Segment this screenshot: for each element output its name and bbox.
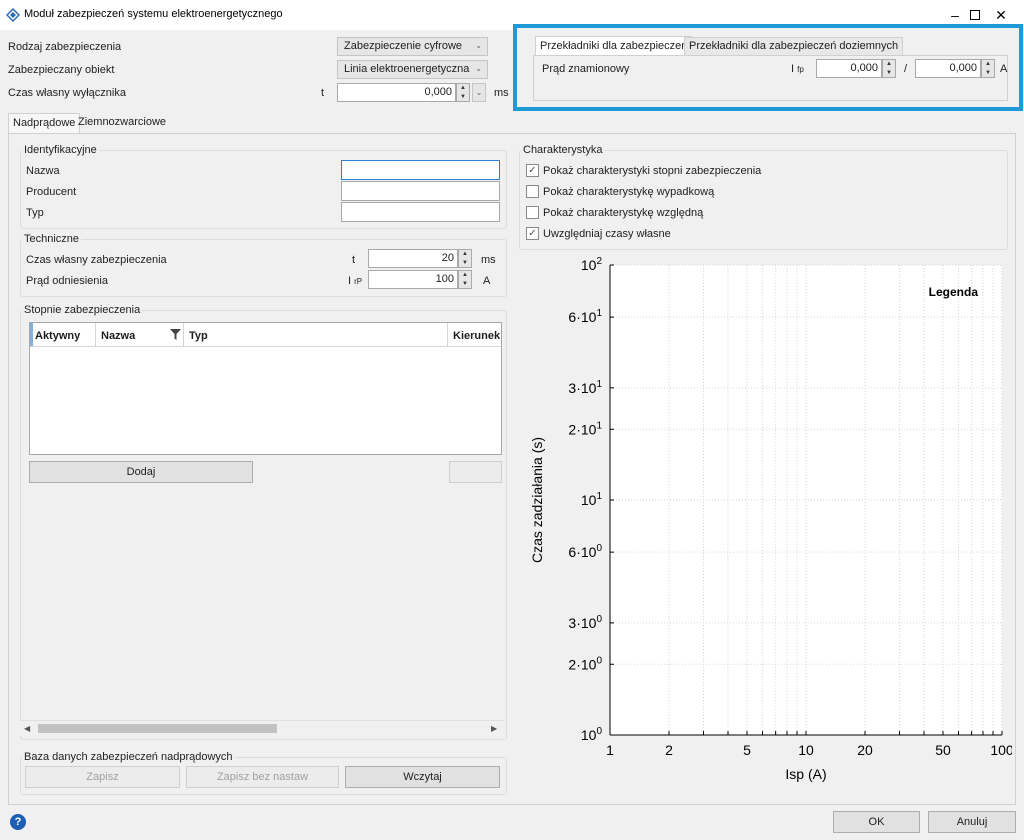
window-title: Moduł zabezpieczeń systemu elektroenerge…	[24, 8, 283, 20]
y-tick-label: 100	[581, 726, 603, 743]
x-tick-label: 100	[990, 742, 1012, 758]
ok-button[interactable]: OK	[833, 811, 920, 833]
identification-title: Identyfikacyjne	[22, 144, 99, 156]
y-tick-label: 3·101	[568, 379, 602, 396]
cancel-button[interactable]: Anuluj	[928, 811, 1016, 833]
ct-tab-content: Prąd znamionowy I fp 0,000 ▲ ▼ / 0,000 ▲ ▼…	[533, 55, 1008, 101]
y-tick-label: 6·101	[568, 308, 602, 325]
row-indicator	[30, 323, 33, 346]
protected-object-value: Linia elektroenergetyczna	[344, 63, 470, 75]
x-tick-label: 10	[798, 742, 814, 758]
column-header-name[interactable]: Nazwa	[101, 330, 135, 342]
scrollbar-thumb[interactable]	[38, 724, 277, 733]
ref-current-label: Prąd odniesienia	[26, 275, 108, 287]
ratio-separator: /	[904, 63, 908, 75]
tab-earth-fault[interactable]: Ziemnozwarciowe	[74, 113, 170, 133]
own-time-label: Czas własny zabezpieczenia	[26, 254, 167, 266]
own-time-input[interactable]: 20	[368, 249, 458, 268]
characteristic-chart[interactable]: 1002·1003·1006·1001012·1013·1016·1011021…	[520, 255, 1012, 790]
primary-current-spinner[interactable]: ▲ ▼	[882, 59, 896, 78]
breaker-time-spinner[interactable]: ▲ ▼	[456, 83, 470, 102]
primary-current-input[interactable]: 0,000	[816, 59, 882, 78]
protection-type-select[interactable]: Zabezpieczenie cyfrowe ⌄	[337, 37, 488, 56]
filter-icon[interactable]	[170, 329, 181, 340]
save-button[interactable]: Zapisz	[25, 766, 180, 788]
table-header: Aktywny Nazwa Typ Kierunek	[30, 323, 501, 347]
column-header-active[interactable]: Aktywny	[35, 330, 80, 342]
checkbox[interactable]	[526, 185, 539, 198]
protected-object-label: Zabezpieczany obiekt	[8, 64, 115, 76]
x-tick-label: 20	[857, 742, 873, 758]
checkbox-label: Uwzględniaj czasy własne	[543, 228, 671, 240]
tab-overcurrent[interactable]: Nadprądowe	[8, 113, 81, 133]
type-label: Typ	[26, 207, 44, 219]
app-icon	[6, 8, 20, 22]
manufacturer-label: Producent	[26, 186, 77, 198]
checkbox[interactable]: ✓	[526, 164, 539, 177]
x-tick-label: 50	[935, 742, 951, 758]
breaker-time-unit: ms	[494, 87, 509, 99]
y-tick-label: 2·101	[568, 420, 602, 437]
type-input[interactable]	[341, 202, 500, 222]
protection-type-value: Zabezpieczenie cyfrowe	[344, 40, 463, 52]
add-stage-button[interactable]: Dodaj	[29, 461, 253, 483]
breaker-time-label: Czas własny wyłącznika	[8, 87, 126, 99]
x-tick-label: 1	[606, 742, 614, 758]
name-label: Nazwa	[26, 165, 60, 177]
x-tick-label: 5	[743, 742, 751, 758]
y-tick-label: 3·100	[568, 614, 602, 631]
y-tick-label: 6·100	[568, 543, 602, 560]
breaker-time-symbol: t	[321, 87, 325, 99]
technical-title: Techniczne	[22, 233, 82, 245]
characteristic-title: Charakterystyka	[521, 144, 605, 156]
protected-object-select[interactable]: Linia elektroenergetyczna ⌄	[337, 60, 488, 79]
ref-current-spinner[interactable]: ▲ ▼	[458, 270, 472, 289]
protection-type-label: Rodzaj zabezpieczenia	[8, 41, 122, 53]
remove-stage-button[interactable]	[449, 461, 502, 483]
chevron-down-icon: ⌄	[475, 64, 482, 73]
scroll-left-icon[interactable]: ◀	[24, 724, 30, 733]
ref-current-input[interactable]: 100	[368, 270, 458, 289]
chevron-down-icon: ⌄	[475, 41, 482, 50]
secondary-current-input[interactable]: 0,000	[915, 59, 981, 78]
rated-current-symbol: I fp	[791, 63, 804, 75]
horizontal-scrollbar[interactable]: ◀ ▶	[20, 720, 503, 736]
checkbox[interactable]: ✓	[526, 227, 539, 240]
breaker-time-input[interactable]: 0,000	[337, 83, 456, 102]
y-tick-label: 2·100	[568, 655, 602, 672]
manufacturer-input[interactable]	[341, 181, 500, 201]
y-axis-label: Czas zadziałania (s)	[529, 437, 545, 563]
column-header-type[interactable]: Typ	[189, 330, 208, 342]
current-unit: A	[1000, 63, 1008, 75]
checkbox-label: Pokaż charakterystykę względną	[543, 207, 704, 219]
own-time-spinner[interactable]: ▲ ▼	[458, 249, 472, 268]
y-tick-label: 101	[581, 491, 603, 508]
stages-table: Aktywny Nazwa Typ Kierunek	[29, 322, 502, 455]
name-input[interactable]	[341, 160, 500, 180]
tab-ct-earth[interactable]: Przekładniki dla zabezpieczeń doziemnych	[684, 37, 904, 56]
y-tick-label: 102	[581, 256, 603, 273]
ref-current-symbol: I rP	[348, 275, 363, 287]
checkbox[interactable]	[526, 206, 539, 219]
stages-title: Stopnie zabezpieczenia	[22, 304, 143, 316]
own-time-unit: ms	[481, 254, 496, 266]
load-button[interactable]: Wczytaj	[345, 766, 500, 788]
database-title: Baza danych zabezpieczeń nadprądowych	[22, 751, 235, 763]
ref-current-unit: A	[483, 275, 491, 287]
secondary-current-spinner[interactable]: ▲ ▼	[981, 59, 995, 78]
checkbox-label: Pokaż charakterystykę wypadkową	[543, 186, 715, 198]
x-tick-label: 2	[665, 742, 673, 758]
breaker-time-dropdown[interactable]: ⌄	[472, 83, 486, 102]
help-icon[interactable]: ?	[10, 814, 26, 830]
legend-title: Legenda	[929, 285, 979, 299]
own-time-symbol: t	[352, 254, 356, 266]
rated-current-label: Prąd znamionowy	[542, 63, 630, 75]
ct-panel: Przekładniki dla zabezpieczeń Przekładni…	[513, 24, 1023, 111]
save-without-settings-button[interactable]: Zapisz bez nastaw	[186, 766, 339, 788]
scroll-right-icon[interactable]: ▶	[491, 724, 497, 733]
checkbox-label: Pokaż charakterystyki stopni zabezpiecze…	[543, 165, 762, 177]
column-header-direction[interactable]: Kierunek	[453, 330, 500, 342]
tab-ct-protection[interactable]: Przekładniki dla zabezpieczeń	[535, 36, 693, 56]
x-axis-label: Isp (A)	[785, 766, 826, 782]
